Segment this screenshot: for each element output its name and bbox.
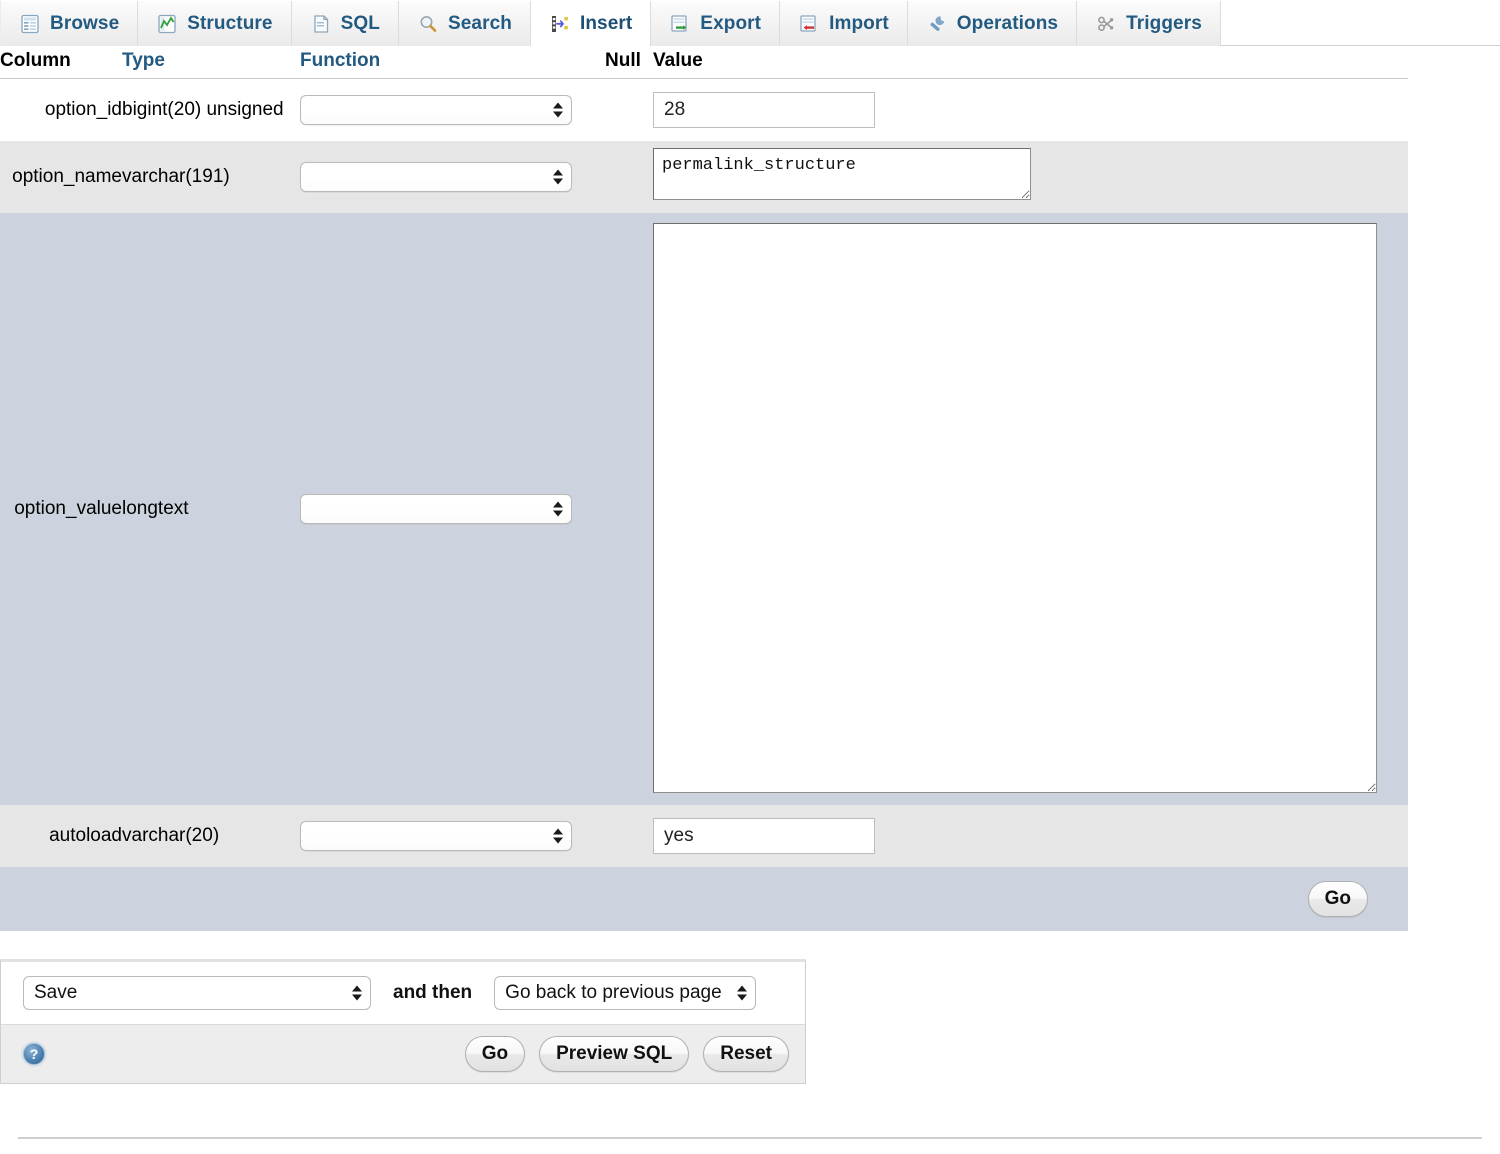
row-column-type: varchar(20) [122, 805, 300, 867]
and-then-label: and then [393, 982, 472, 1004]
tab-label: Operations [957, 13, 1058, 35]
row-value-cell: permalink_structure [653, 141, 1408, 213]
tab-label: SQL [341, 13, 380, 35]
table-go-row: Go [0, 867, 1408, 931]
page-divider [18, 1137, 1482, 1139]
tab-label: Export [700, 13, 761, 35]
go-row-cell: Go [0, 867, 1408, 931]
table-row: option_id bigint(20) unsigned [0, 79, 1408, 141]
row-column-name: option_id [0, 79, 122, 141]
row-column-name: option_name [0, 141, 122, 213]
go-button-footer[interactable]: Go [465, 1036, 525, 1072]
function-select-option-name[interactable] [300, 162, 572, 192]
insert-icon [549, 13, 571, 35]
row-column-name: autoload [0, 805, 122, 867]
tab-label: Insert [580, 13, 632, 35]
search-icon [417, 13, 439, 35]
submit-buttons-row: ? Go Preview SQL Reset [1, 1024, 805, 1083]
help-icon[interactable]: ? [23, 1043, 45, 1065]
row-value-cell [653, 805, 1408, 867]
row-column-name: option_value [0, 213, 122, 805]
triggers-icon [1095, 13, 1117, 35]
tab-structure[interactable]: Structure [138, 1, 291, 46]
table-header-row: Column Type Function Null Value [0, 46, 1408, 79]
help-glyph: ? [30, 1046, 39, 1062]
after-select-wrap: Go back to previous page [494, 976, 756, 1010]
tab-search[interactable]: Search [399, 1, 531, 46]
value-textarea-option-value[interactable] [653, 223, 1377, 793]
import-icon [798, 13, 820, 35]
header-value: Value [653, 46, 1408, 79]
row-column-type: bigint(20) unsigned [122, 79, 300, 141]
tab-label: Search [448, 13, 512, 35]
submit-options-row: Save and then Go back to previous page [1, 962, 805, 1024]
after-insert-select[interactable]: Go back to previous page [494, 976, 756, 1010]
row-function-cell [300, 141, 605, 213]
tab-browse[interactable]: Browse [0, 1, 138, 46]
tab-import[interactable]: Import [780, 1, 908, 46]
function-select-option-value[interactable] [300, 494, 572, 524]
table-row: autoload varchar(20) [0, 805, 1408, 867]
row-null-cell [605, 79, 653, 141]
row-column-type: varchar(191) [122, 141, 300, 213]
value-textarea-option-name[interactable]: permalink_structure [653, 148, 1031, 200]
tab-label: Import [829, 13, 889, 35]
row-function-cell [300, 805, 605, 867]
row-function-cell [300, 79, 605, 141]
table-nav-tabs: Browse Structure SQL Searc [0, 0, 1500, 46]
function-select-option-id[interactable] [300, 95, 572, 125]
row-null-cell [605, 141, 653, 213]
tab-label: Structure [187, 13, 272, 35]
tab-label: Browse [50, 13, 119, 35]
tab-label: Triggers [1126, 13, 1202, 35]
action-buttons: Go Preview SQL Reset [465, 1036, 789, 1072]
header-function: Function [300, 46, 605, 79]
browse-icon [19, 13, 41, 35]
value-input-autoload[interactable] [653, 818, 875, 854]
structure-icon [156, 13, 178, 35]
row-function-cell [300, 213, 605, 805]
go-button-table[interactable]: Go [1308, 881, 1368, 917]
phpmyadmin-insert-page: Browse Structure SQL Searc [0, 0, 1500, 1084]
reset-button[interactable]: Reset [703, 1036, 789, 1072]
tab-sql[interactable]: SQL [292, 1, 399, 46]
row-null-cell [605, 805, 653, 867]
preview-sql-button[interactable]: Preview SQL [539, 1036, 689, 1072]
insert-table: Column Type Function Null Value option_i… [0, 46, 1408, 931]
operations-icon [926, 13, 948, 35]
save-action-select[interactable]: Save [23, 976, 371, 1010]
header-column: Column [0, 46, 122, 79]
tab-export[interactable]: Export [651, 1, 780, 46]
row-value-cell [653, 213, 1408, 805]
function-select-wrap [300, 494, 572, 524]
save-select-wrap: Save [23, 976, 371, 1010]
row-value-cell [653, 79, 1408, 141]
row-column-type: longtext [122, 213, 300, 805]
function-select-wrap [300, 162, 572, 192]
header-null: Null [605, 46, 653, 79]
table-row: option_value longtext [0, 213, 1408, 805]
sql-icon [310, 13, 332, 35]
function-select-wrap [300, 95, 572, 125]
table-row: option_name varchar(191) permalink_struc… [0, 141, 1408, 213]
submit-options-panel: Save and then Go back to previous page ?… [0, 959, 806, 1084]
tab-operations[interactable]: Operations [908, 1, 1077, 46]
export-icon [669, 13, 691, 35]
insert-form: Column Type Function Null Value option_i… [0, 46, 1408, 931]
value-input-option-id[interactable] [653, 92, 875, 128]
row-null-cell [605, 213, 653, 805]
tab-insert[interactable]: Insert [531, 1, 651, 46]
function-select-wrap [300, 821, 572, 851]
function-select-autoload[interactable] [300, 821, 572, 851]
tab-triggers[interactable]: Triggers [1077, 1, 1221, 46]
header-type: Type [122, 46, 300, 79]
